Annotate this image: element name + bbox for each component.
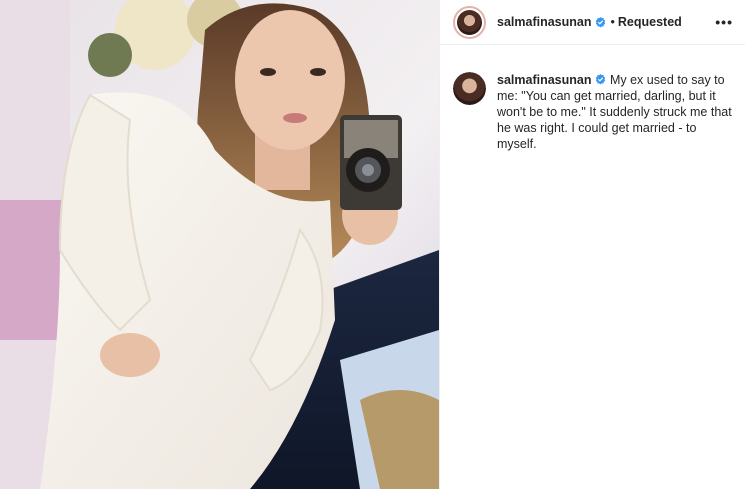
verified-badge-icon [596,16,606,27]
avatar-image [457,9,482,35]
author-username-link[interactable]: salmafinasunan [497,15,591,29]
caption-text-block: salmafinasunan My ex used to say to me: … [497,72,732,152]
post-sidebar: salmafinasunan • Requested ••• salmafina… [439,0,745,489]
caption-username-link[interactable]: salmafinasunan [497,73,591,87]
avatar-image [453,72,486,105]
post-photo[interactable] [0,0,439,489]
post-header: salmafinasunan • Requested ••• [440,0,745,45]
instagram-post: salmafinasunan • Requested ••• salmafina… [0,0,745,489]
more-options-icon[interactable]: ••• [715,14,733,30]
caption-author-avatar[interactable] [453,72,486,105]
verified-badge-icon [596,74,606,85]
follow-requested-button[interactable]: Requested [618,15,682,29]
caption-comment: salmafinasunan My ex used to say to me: … [440,45,745,152]
author-avatar[interactable] [453,5,486,39]
header-separator: • [610,15,615,29]
photo-bride-mirror-selfie [0,0,439,489]
